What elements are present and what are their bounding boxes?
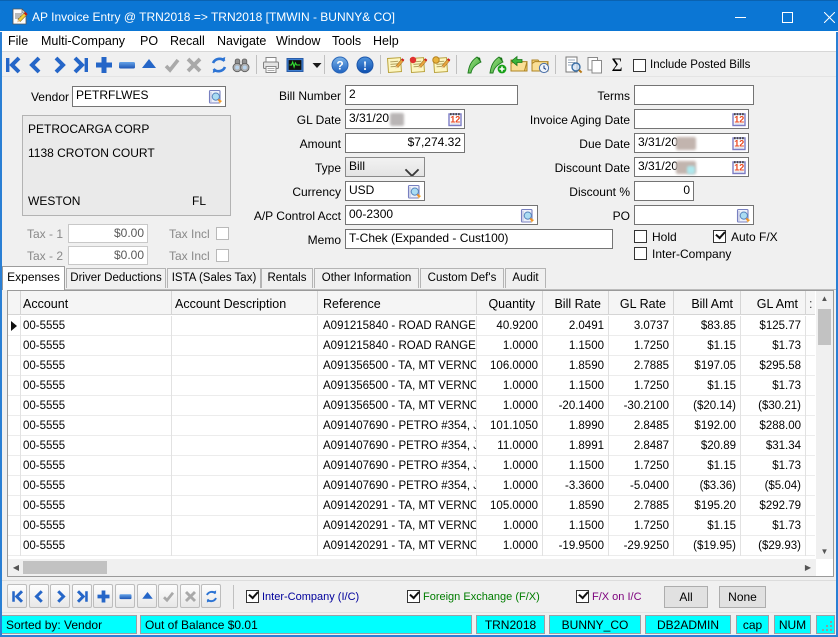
- svg-text:!: !: [363, 58, 367, 73]
- svg-text:12: 12: [734, 139, 744, 149]
- svg-text:12: 12: [450, 115, 460, 125]
- svg-text:?: ?: [336, 59, 343, 73]
- svg-text:12: 12: [734, 115, 744, 125]
- svg-text:Σ: Σ: [611, 55, 622, 75]
- svg-text:12: 12: [734, 163, 744, 173]
